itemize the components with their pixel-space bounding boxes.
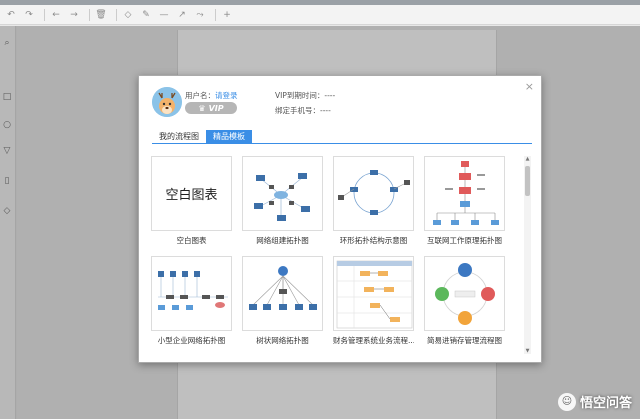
template-thumbnail: 空白图表 [151,156,232,231]
template-card[interactable]: 空白图表 空白图表 [151,156,232,246]
forward-icon[interactable]: → [67,8,81,22]
blank-thumb-text: 空白图表 [165,188,218,203]
tab-bar: 我的流程图 精品模板 [152,130,532,144]
toolbar-divider [44,8,45,21]
template-dialog: × 用户名：请登录 ♛ VIP VIP到期时间：---- 绑定手机号：---- … [138,75,542,363]
template-thumbnail [242,156,323,231]
template-card[interactable]: 小型企业网络拓扑图 [151,256,232,346]
vip-badge[interactable]: ♛ VIP [185,102,237,114]
template-label: 互联网工作原理拓扑图 [427,236,502,245]
toolbar: ↶ ↷ ← → 🗑 ◇ ✎ — ↗ ⤳ + [0,5,640,25]
back-icon[interactable]: ← [49,8,63,22]
avatar [152,87,182,117]
format-icon[interactable]: ◇ [121,8,135,22]
vip-badge-label: VIP [208,103,224,113]
redo-icon[interactable]: ↷ [22,8,36,22]
template-label: 网络组建拓扑图 [256,236,309,245]
template-label: 环形拓扑结构示意图 [339,236,408,245]
template-thumbnail [333,156,414,231]
undo-icon[interactable]: ↶ [4,8,18,22]
connector-icon[interactable]: ⤳ [193,8,207,22]
template-label: 财务管理系统业务流程... [333,336,414,345]
line-icon[interactable]: — [157,8,171,22]
vip-expire-text: VIP到期时间：---- [275,91,336,100]
tab-premium-templates[interactable]: 精品模板 [206,130,252,144]
template-thumbnail [424,156,505,231]
scroll-down-icon[interactable]: ▼ [524,348,531,354]
template-scrollbar[interactable]: ▲ ▼ [524,156,531,354]
watermark-logo-icon: ☺ [557,392,576,411]
watermark: ☺ 悟空问答 [557,392,632,411]
template-card[interactable]: 环形拓扑结构示意图 [333,156,414,246]
crown-icon: ♛ [198,103,206,113]
username-row: 用户名：请登录 [185,90,238,101]
toolbar-divider [116,8,117,21]
template-label: 空白图表 [176,236,207,245]
template-grid: 空白图表 空白图表 网络组建拓扑图 环形拓扑结构示意图 互联网工作原理拓扑图 小… [151,156,511,356]
add-icon[interactable]: + [220,8,234,22]
template-card[interactable]: 财务管理系统业务流程... [333,256,414,346]
pen-icon[interactable]: ✎ [139,8,153,22]
toolbar-divider [215,8,216,21]
template-card[interactable]: 树状网络拓扑图 [242,256,323,346]
phone-text: 绑定手机号：---- [275,106,331,115]
template-label: 小型企业网络拓扑图 [157,336,226,345]
tab-my-flowcharts[interactable]: 我的流程图 [152,130,206,144]
template-card[interactable]: 网络组建拓扑图 [242,156,323,246]
username-label: 用户名： [185,91,215,100]
template-label: 简易进销存管理流程图 [427,336,502,345]
delete-icon[interactable]: 🗑 [94,8,108,22]
template-thumbnail [151,256,232,331]
template-label: 树状网络拓扑图 [256,336,309,345]
arrow-line-icon[interactable]: ↗ [175,8,189,22]
template-card[interactable]: 简易进销存管理流程图 [424,256,505,346]
template-thumbnail [424,256,505,331]
close-icon[interactable]: × [525,81,534,92]
watermark-text: 悟空问答 [579,396,632,411]
scroll-thumb[interactable] [525,166,530,196]
toolbar-divider [89,8,90,21]
template-card[interactable]: 互联网工作原理拓扑图 [424,156,505,246]
template-thumbnail [242,256,323,331]
template-thumbnail [333,256,414,331]
scroll-up-icon[interactable]: ▲ [524,156,531,162]
login-link[interactable]: 请登录 [215,91,238,100]
